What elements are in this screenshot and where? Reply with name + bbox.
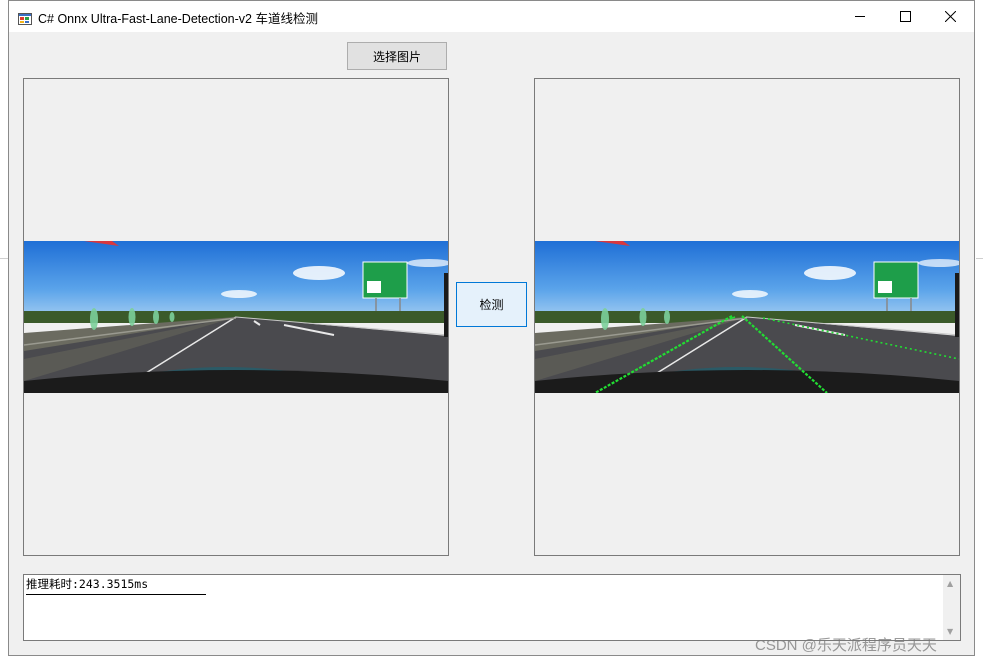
csdn-watermark: CSDN @乐天派程序员天天 — [755, 637, 937, 654]
result-road-image — [535, 241, 959, 393]
maximize-icon — [900, 7, 911, 26]
detect-label: 检测 — [479, 298, 504, 312]
scroll-up-icon[interactable]: ▲ — [947, 579, 953, 588]
scroll-down-icon[interactable]: ▼ — [947, 627, 953, 636]
maximize-button[interactable] — [883, 1, 928, 32]
minimize-icon — [855, 7, 866, 26]
client-area: 选择图片 检测 推理耗时:243.3515ms ▲ ▼ — [9, 32, 974, 655]
inference-time-text: 推理耗时:243.3515ms — [26, 577, 149, 591]
background-divider-right — [976, 258, 983, 259]
app-window: C# Onnx Ultra-Fast-Lane-Detection-v2 车道线… — [8, 0, 975, 656]
text-cursor-underline — [26, 594, 206, 595]
background-divider — [0, 258, 8, 259]
input-picture-box — [23, 78, 449, 556]
background-editor-edge — [0, 0, 8, 663]
select-image-button[interactable]: 选择图片 — [347, 42, 447, 70]
select-image-label: 选择图片 — [372, 49, 421, 64]
close-button[interactable] — [928, 1, 973, 32]
input-road-image — [24, 241, 448, 393]
background-editor-edge-right — [976, 0, 983, 663]
title-bar[interactable]: C# Onnx Ultra-Fast-Lane-Detection-v2 车道线… — [9, 1, 974, 32]
window-title: C# Onnx Ultra-Fast-Lane-Detection-v2 车道线… — [38, 12, 318, 26]
app-icon — [18, 10, 32, 25]
close-icon — [944, 7, 957, 26]
result-picture-box — [534, 78, 960, 556]
output-textbox[interactable]: 推理耗时:243.3515ms ▲ ▼ — [23, 574, 961, 641]
minimize-button[interactable] — [838, 1, 883, 32]
detect-button[interactable]: 检测 — [456, 282, 527, 327]
vertical-scrollbar[interactable]: ▲ ▼ — [943, 575, 960, 640]
